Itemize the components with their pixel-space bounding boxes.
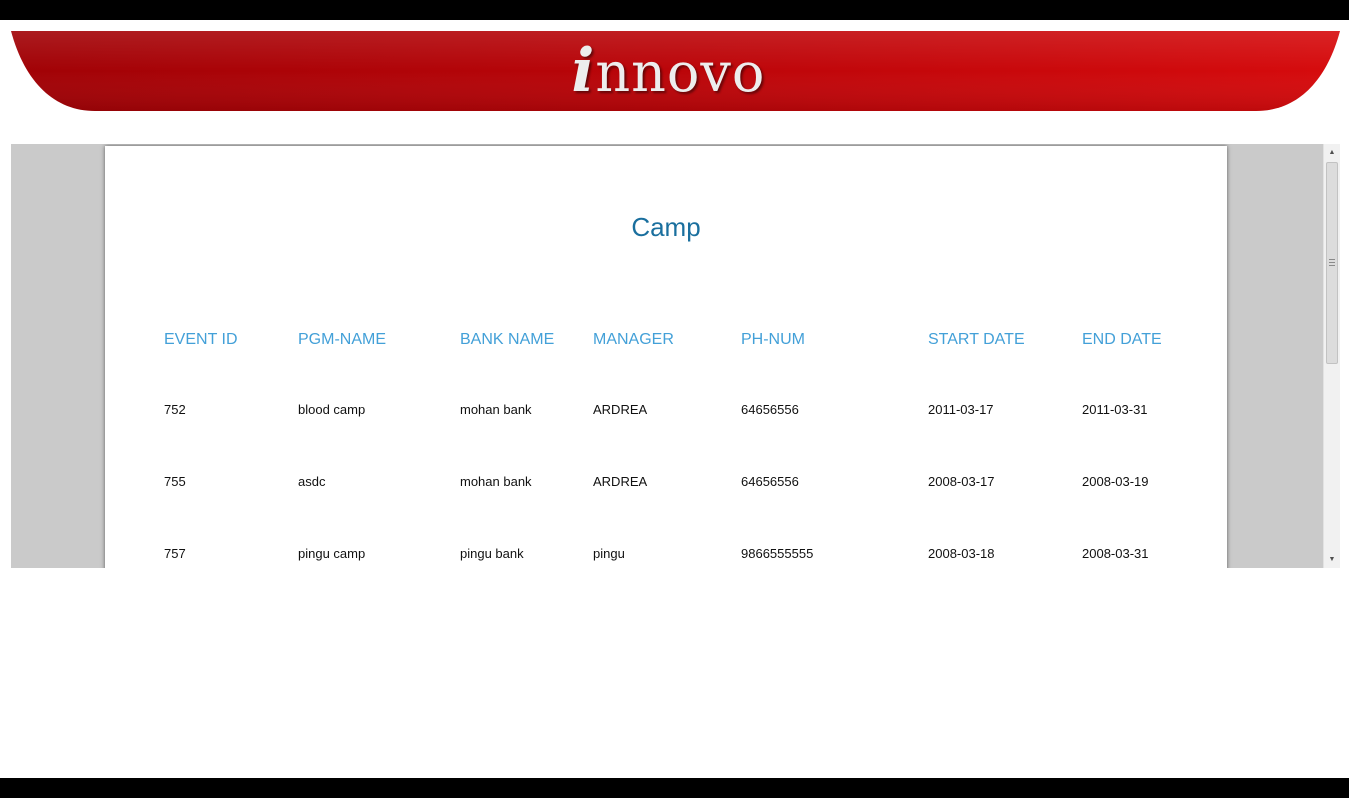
column-header-ph-num: PH-NUM bbox=[741, 331, 805, 348]
column-header-start-date: START DATE bbox=[928, 331, 1025, 348]
column-header-event-id: EVENT ID bbox=[164, 331, 238, 348]
bottom-black-bar bbox=[0, 778, 1349, 798]
cell-pgm-name: blood camp bbox=[298, 402, 366, 417]
cell-ph-num: 64656556 bbox=[741, 402, 799, 417]
column-header-pgm-name: PGM-NAME bbox=[298, 331, 386, 348]
top-black-bar bbox=[0, 0, 1349, 20]
cell-pgm-name: pingu camp bbox=[298, 546, 366, 561]
cell-end-date: 2008-03-19 bbox=[1082, 474, 1149, 489]
column-header-bank-name: BANK NAME bbox=[460, 331, 555, 348]
vertical-scrollbar[interactable]: ▲ ▼ bbox=[1323, 144, 1340, 568]
report-title: Camp bbox=[631, 212, 701, 242]
scrollbar-thumb[interactable] bbox=[1326, 162, 1338, 364]
cell-manager: pingu bbox=[593, 546, 625, 561]
column-header-end-date: END DATE bbox=[1082, 331, 1162, 348]
report-viewer[interactable]: Camp EVENT ID PGM-NAME BANK NAME MANAGER… bbox=[11, 144, 1323, 568]
scroll-up-arrow-icon[interactable]: ▲ bbox=[1324, 145, 1340, 160]
cell-bank-name: mohan bank bbox=[460, 402, 532, 417]
cell-end-date: 2008-03-31 bbox=[1082, 546, 1149, 561]
cell-end-date: 2011-03-31 bbox=[1082, 402, 1148, 417]
cell-manager: ARDREA bbox=[593, 474, 648, 489]
cell-event-id: 757 bbox=[164, 546, 186, 561]
cell-event-id: 755 bbox=[164, 474, 186, 489]
cell-start-date: 2008-03-18 bbox=[928, 546, 995, 561]
grip-lines-icon bbox=[1329, 259, 1335, 266]
column-header-manager: MANAGER bbox=[593, 331, 674, 348]
cell-bank-name: pingu bank bbox=[460, 546, 524, 561]
cell-ph-num: 64656556 bbox=[741, 474, 799, 489]
report-page: Camp EVENT ID PGM-NAME BANK NAME MANAGER… bbox=[105, 146, 1227, 568]
scroll-down-arrow-icon[interactable]: ▼ bbox=[1324, 552, 1340, 567]
cell-pgm-name: asdc bbox=[298, 474, 326, 489]
logo-wordmark: nnovo bbox=[595, 41, 766, 104]
cell-start-date: 2008-03-17 bbox=[928, 474, 995, 489]
cell-start-date: 2011-03-17 bbox=[928, 402, 994, 417]
cell-event-id: 752 bbox=[164, 402, 186, 417]
cell-manager: ARDREA bbox=[593, 402, 648, 417]
cell-ph-num: 9866555555 bbox=[741, 546, 814, 561]
innovo-logo: innovo bbox=[0, 31, 1349, 111]
logo-letter-i: i bbox=[571, 36, 596, 106]
cell-bank-name: mohan bank bbox=[460, 474, 532, 489]
